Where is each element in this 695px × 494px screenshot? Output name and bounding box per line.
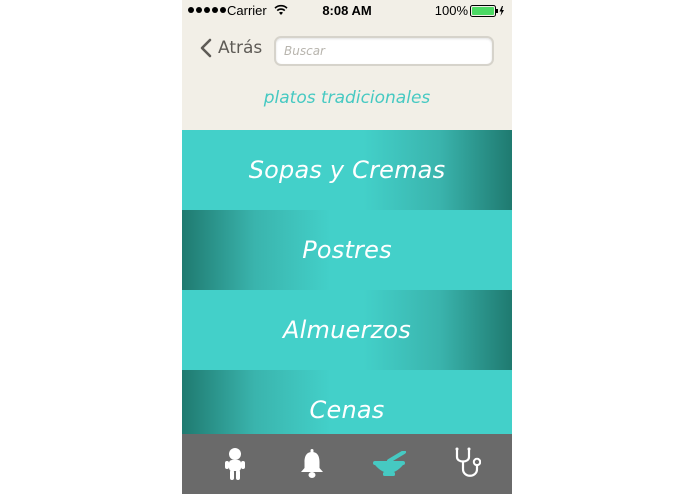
tab-health[interactable] [428, 434, 504, 494]
category-label: Almuerzos [283, 316, 411, 344]
status-bar: Carrier 8:08 AM 100% [182, 0, 512, 22]
category-almuerzos[interactable]: Almuerzos [182, 290, 512, 370]
chevron-left-icon [200, 38, 212, 58]
tab-bar [182, 434, 512, 494]
tab-notifications[interactable] [274, 434, 350, 494]
mortar-pestle-icon [373, 451, 406, 476]
battery-charging-icon [470, 5, 504, 17]
stethoscope-icon [455, 447, 481, 477]
back-label: Atrás [218, 38, 263, 58]
category-label: Postres [302, 236, 392, 264]
section-title: platos tradicionales [263, 88, 431, 108]
bell-icon [301, 449, 323, 478]
tab-recipes[interactable] [351, 434, 427, 494]
category-sopas-y-cremas[interactable]: Sopas y Cremas [182, 130, 512, 210]
category-label: Cenas [309, 396, 385, 424]
child-icon [225, 448, 245, 480]
search-input[interactable] [274, 36, 494, 66]
category-postres[interactable]: Postres [182, 210, 512, 290]
battery-percentage: 100% [434, 3, 468, 18]
tab-child[interactable] [197, 434, 273, 494]
back-button[interactable]: Atrás [200, 38, 262, 58]
app-screen: Carrier 8:08 AM 100% Atrás platos tradic… [182, 0, 512, 494]
category-label: Sopas y Cremas [248, 156, 446, 184]
